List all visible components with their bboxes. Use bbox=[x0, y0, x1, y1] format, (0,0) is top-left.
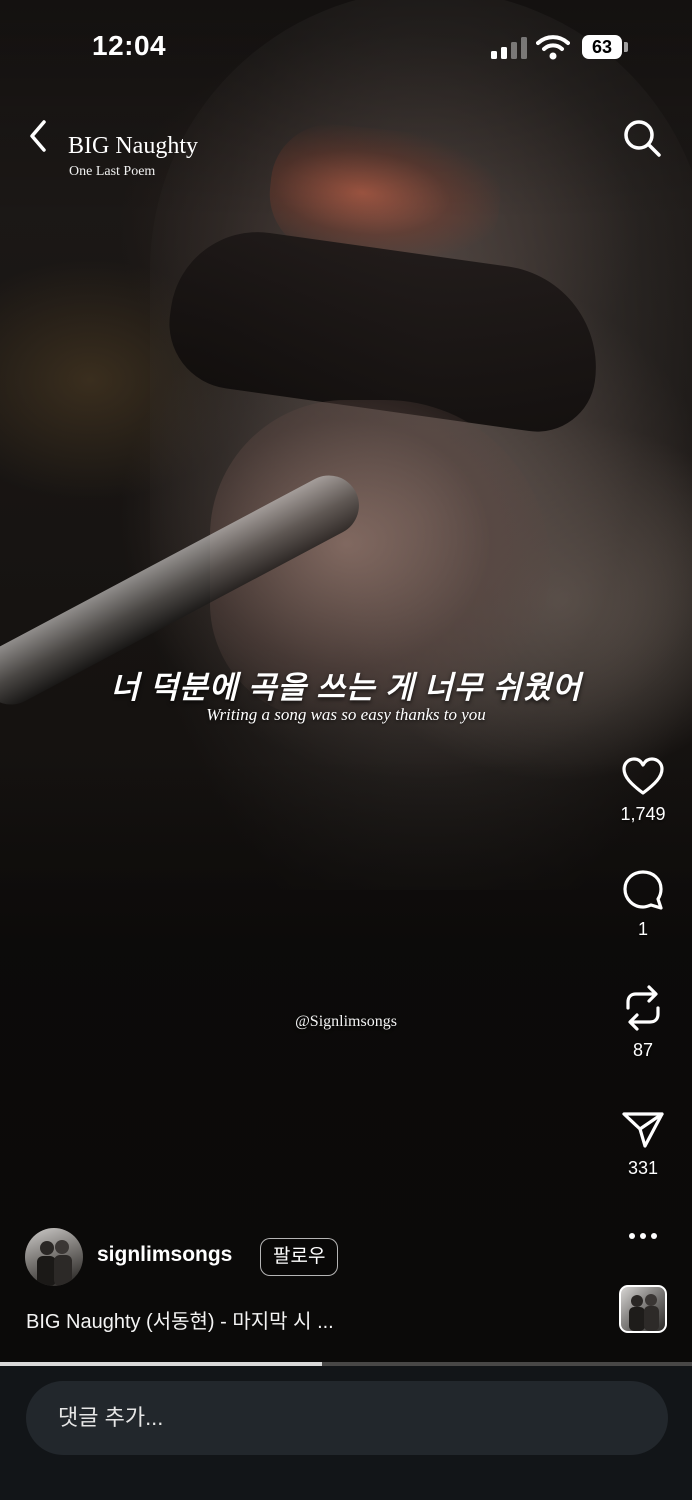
wifi-icon bbox=[536, 35, 570, 60]
status-time: 12:04 bbox=[92, 30, 167, 61]
song-subtitle: One Last Poem bbox=[69, 164, 156, 179]
share-button[interactable]: 331 bbox=[606, 1110, 680, 1179]
video-caption[interactable]: BIG Naughty (서동현) - 마지막 시 ... bbox=[26, 1305, 334, 1334]
like-count: 1,749 bbox=[620, 804, 666, 824]
avatar-image bbox=[37, 1240, 72, 1286]
audio-thumbnail[interactable] bbox=[619, 1285, 667, 1333]
audio-cover-image bbox=[629, 1294, 659, 1331]
song-title: BIG Naughty bbox=[68, 133, 198, 159]
watermark-text: @Signlimsongs bbox=[295, 1013, 397, 1030]
video-coat-shape bbox=[0, 760, 692, 1365]
repost-button[interactable]: 87 bbox=[606, 984, 680, 1061]
comment-icon bbox=[623, 870, 663, 910]
follow-button[interactable]: 팔로우 bbox=[260, 1238, 339, 1276]
more-icon bbox=[629, 1233, 657, 1239]
lyric-caption-english: Writing a song was so easy thanks to you bbox=[206, 705, 486, 724]
search-icon bbox=[624, 120, 661, 157]
heart-icon bbox=[622, 757, 664, 795]
battery-tip bbox=[624, 42, 628, 52]
back-icon bbox=[30, 120, 46, 152]
comment-input[interactable]: 댓글 추가... bbox=[26, 1381, 668, 1455]
repost-icon bbox=[626, 985, 660, 1031]
comment-count: 1 bbox=[637, 919, 648, 939]
back-button[interactable] bbox=[22, 116, 56, 156]
author-avatar[interactable] bbox=[25, 1228, 83, 1286]
cellular-signal-icon bbox=[491, 37, 527, 59]
comment-button[interactable]: 1 bbox=[606, 869, 680, 940]
search-button[interactable] bbox=[620, 116, 664, 160]
battery-indicator: 63 bbox=[582, 35, 622, 59]
share-count: 331 bbox=[627, 1158, 659, 1178]
like-button[interactable]: 1,749 bbox=[606, 756, 680, 825]
repost-count: 87 bbox=[632, 1040, 654, 1060]
status-bar: 12:04 63 bbox=[0, 0, 692, 90]
lyric-caption-korean: 너 덕분에 곡을 쓰는 게 너무 쉬웠어 bbox=[110, 670, 582, 705]
more-options-button[interactable] bbox=[622, 1222, 664, 1250]
share-icon bbox=[622, 1112, 664, 1148]
author-username[interactable]: signlimsongs bbox=[97, 1243, 232, 1267]
